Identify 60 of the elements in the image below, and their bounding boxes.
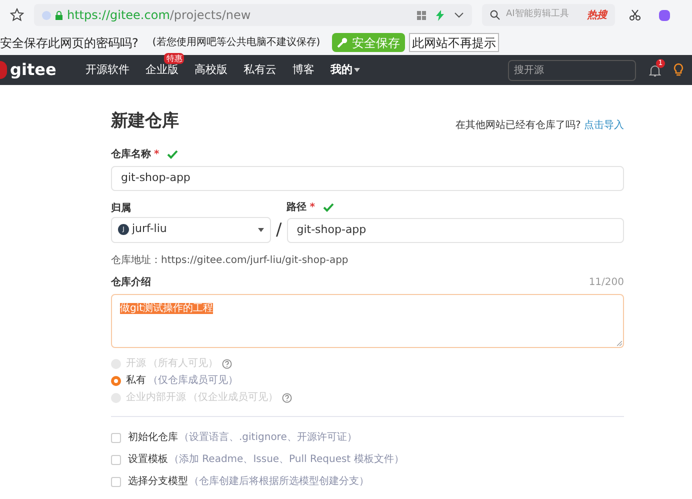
char-count: 11/200 xyxy=(588,276,624,290)
caret-icon xyxy=(258,228,264,232)
radio-label: 私有 xyxy=(126,374,146,388)
field-label: 仓库名称 xyxy=(111,147,151,162)
checkbox-note: （设置语言、.gitignore、开源许可证） xyxy=(179,430,357,445)
my-menu[interactable]: 我的 xyxy=(330,62,360,78)
field-label: 路径 xyxy=(286,200,307,214)
lightning-icon[interactable] xyxy=(436,10,444,20)
repo-name-field[interactable]: git-shop-app xyxy=(111,166,624,190)
repo-address: 仓库地址：https://gitee.com/jurf-liu/git-shop-app xyxy=(111,254,350,268)
nav-link[interactable]: 开源软件 xyxy=(85,62,130,76)
nav-link[interactable]: 私有云 xyxy=(243,62,276,76)
check-icon xyxy=(167,150,178,158)
gitee-logo-icon[interactable] xyxy=(0,61,7,79)
search-icon xyxy=(490,10,500,20)
url-text: https://gitee.com/projects/new xyxy=(67,7,251,24)
lightbulb-icon[interactable] xyxy=(673,63,684,77)
checkbox-label: 选择分支模型 xyxy=(128,474,188,489)
star-icon[interactable] xyxy=(10,8,24,22)
promo-badge: 特惠 xyxy=(164,52,184,64)
radio-button[interactable] xyxy=(111,376,121,386)
checkbox-note: （仓库创建后将根据所选模型创建分支） xyxy=(189,474,369,489)
lock-icon xyxy=(55,10,63,20)
checkbox-note: （添加 Readme、Issue、Pull Request 模板文件） xyxy=(169,452,404,467)
checkbox[interactable] xyxy=(111,432,121,442)
nav-search-field[interactable]: 搜开源 xyxy=(508,60,636,80)
password-note: (若您使用网吧等公共电脑不建议保存) xyxy=(152,36,320,50)
import-link[interactable]: 点击导入 xyxy=(584,120,624,130)
checkbox-label: 初始化仓库 xyxy=(128,430,178,445)
hot-search-label[interactable]: 热搜 xyxy=(587,8,607,22)
checkbox[interactable] xyxy=(111,454,121,464)
search-box[interactable]: AI智能剪辑工具 热搜 xyxy=(482,4,615,26)
path-separator: / xyxy=(276,218,282,242)
path-field[interactable]: git-shop-app xyxy=(286,218,624,242)
search-placeholder: AI智能剪辑工具 xyxy=(506,8,569,22)
field-label: 仓库介绍 xyxy=(111,275,151,290)
key-icon xyxy=(337,37,348,48)
scissors-icon[interactable] xyxy=(629,9,641,21)
never-ask-button[interactable]: 此网站不再提示 xyxy=(409,33,500,52)
chevron-down-icon[interactable] xyxy=(454,12,464,18)
checkbox-label: 设置模板 xyxy=(128,452,168,467)
nav-link[interactable]: 高校版 xyxy=(194,62,228,76)
gitee-logo-text[interactable]: gitee xyxy=(10,58,56,82)
required-mark: * xyxy=(154,148,160,162)
nav-link[interactable]: 博客 xyxy=(292,62,314,76)
field-label: 归属 xyxy=(111,202,132,214)
address-bar[interactable]: https://gitee.com/projects/new xyxy=(34,4,472,26)
nav-link[interactable]: 企业版 xyxy=(145,62,178,76)
resize-handle-icon[interactable] xyxy=(617,341,622,346)
page-title: 新建仓库 xyxy=(111,110,179,133)
password-prompt: 安全保存此网页的密码吗? xyxy=(0,34,138,52)
qr-icon[interactable] xyxy=(417,10,426,20)
required-mark: * xyxy=(310,200,315,214)
site-icon xyxy=(42,10,51,20)
check-icon xyxy=(322,202,334,212)
radio-note: （仅仓库成员可见） xyxy=(148,374,238,388)
checkbox[interactable] xyxy=(111,476,121,486)
caret-icon xyxy=(354,68,360,72)
bell-icon[interactable] xyxy=(649,64,661,76)
import-prompt: 在其他网站已经有仓库了吗? xyxy=(456,120,581,130)
